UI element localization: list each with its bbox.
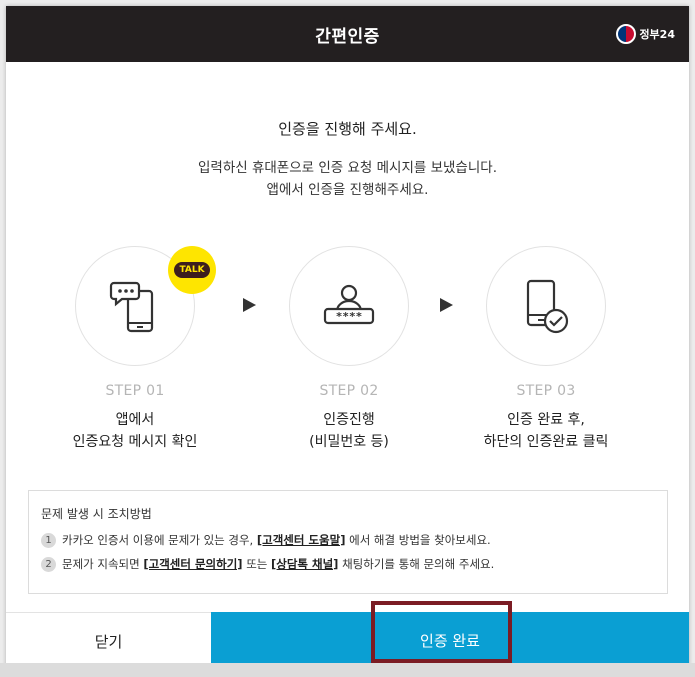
customer-center-inquiry-link[interactable]: [고객센터 문의하기] bbox=[143, 556, 242, 572]
intro-line-1: 입력하신 휴대폰으로 인증 요청 메시지를 보냈습니다. bbox=[198, 160, 497, 176]
user-password-icon: **** bbox=[323, 284, 375, 325]
step-2: **** STEP 02 인증진행 (비밀번호 등) bbox=[249, 246, 449, 453]
help-item-text: 또는 bbox=[246, 557, 268, 571]
svg-text:****: **** bbox=[336, 310, 363, 323]
bottom-bar bbox=[0, 663, 695, 677]
help-title: 문제 발생 시 조치방법 bbox=[41, 507, 152, 521]
step-3-desc: 인증 완료 후, 하단의 인증완료 클릭 bbox=[446, 409, 646, 453]
gov24-logo: 정부24 bbox=[616, 24, 675, 44]
kakaotalk-badge: TALK bbox=[168, 246, 216, 294]
help-item-1: 1 카카오 인증서 이용에 문제가 있는 경우, [고객센터 도움말] 에서 해… bbox=[41, 532, 655, 548]
gov-emblem-icon bbox=[616, 24, 637, 44]
step-2-label: STEP 02 bbox=[319, 383, 379, 399]
step-2-desc: 인증진행 (비밀번호 등) bbox=[249, 409, 449, 453]
help-item-2: 2 문제가 지속되면 [고객센터 문의하기] 또는 [상담톡 채널] 채팅하기를… bbox=[41, 556, 655, 572]
help-item-text: 채팅하기를 통해 문의해 주세요. bbox=[342, 557, 495, 571]
step-1-circle: TALK bbox=[75, 246, 216, 366]
dialog-footer: 닫기 인증 완료 bbox=[6, 612, 689, 669]
auth-complete-button[interactable]: 인증 완료 bbox=[211, 612, 689, 669]
chat-channel-link[interactable]: [상담톡 채널] bbox=[271, 556, 338, 572]
intro-line-2: 앱에서 인증을 진행해주세요. bbox=[266, 182, 429, 198]
step-3-desc-line-2: 하단의 인증완료 클릭 bbox=[483, 434, 609, 450]
step-2-circle: **** bbox=[289, 246, 409, 366]
talk-badge-label: TALK bbox=[174, 262, 210, 278]
step-1-desc-line-2: 인증요청 메시지 확인 bbox=[72, 434, 198, 450]
customer-center-help-link[interactable]: [고객센터 도움말] bbox=[257, 532, 346, 548]
auth-dialog: 간편인증 정부24 인증을 진행해 주세요. 입력하신 휴대폰으로 인증 요청 … bbox=[6, 6, 689, 669]
phone-check-icon bbox=[526, 279, 569, 334]
help-item-text: 카카오 인증서 이용에 문제가 있는 경우, bbox=[62, 533, 254, 547]
step-3-desc-line-1: 인증 완료 후, bbox=[507, 412, 585, 428]
help-box: 문제 발생 시 조치방법 1 카카오 인증서 이용에 문제가 있는 경우, [고… bbox=[28, 490, 668, 594]
intro-section: 인증을 진행해 주세요. 입력하신 휴대폰으로 인증 요청 메시지를 보냈습니다… bbox=[6, 118, 689, 201]
step-1-desc-line-1: 앱에서 bbox=[115, 412, 155, 428]
gov24-logo-text: 정부24 bbox=[639, 28, 675, 41]
step-2-desc-line-1: 인증진행 bbox=[323, 412, 375, 428]
help-item-text: 에서 해결 방법을 찾아보세요. bbox=[349, 533, 491, 547]
step-2-desc-line-2: (비밀번호 등) bbox=[309, 434, 389, 450]
step-3-label: STEP 03 bbox=[516, 383, 576, 399]
close-button[interactable]: 닫기 bbox=[6, 612, 211, 669]
help-item-number: 1 bbox=[41, 532, 56, 548]
intro-title: 인증을 진행해 주세요. bbox=[278, 120, 417, 138]
dialog-title: 간편인증 bbox=[315, 26, 380, 47]
phone-chat-icon bbox=[109, 281, 154, 333]
step-3-circle bbox=[486, 246, 606, 366]
help-item-text: 문제가 지속되면 bbox=[62, 557, 140, 571]
steps-section: TALK STEP 01 앱에서 인증요청 메시지 확인 **** STEP 0… bbox=[6, 246, 689, 466]
step-1-desc: 앱에서 인증요청 메시지 확인 bbox=[35, 409, 235, 453]
step-1: TALK STEP 01 앱에서 인증요청 메시지 확인 bbox=[35, 246, 235, 453]
help-item-number: 2 bbox=[41, 556, 56, 572]
dialog-header: 간편인증 정부24 bbox=[6, 6, 689, 62]
step-3: STEP 03 인증 완료 후, 하단의 인증완료 클릭 bbox=[446, 246, 646, 453]
step-1-label: STEP 01 bbox=[105, 383, 165, 399]
